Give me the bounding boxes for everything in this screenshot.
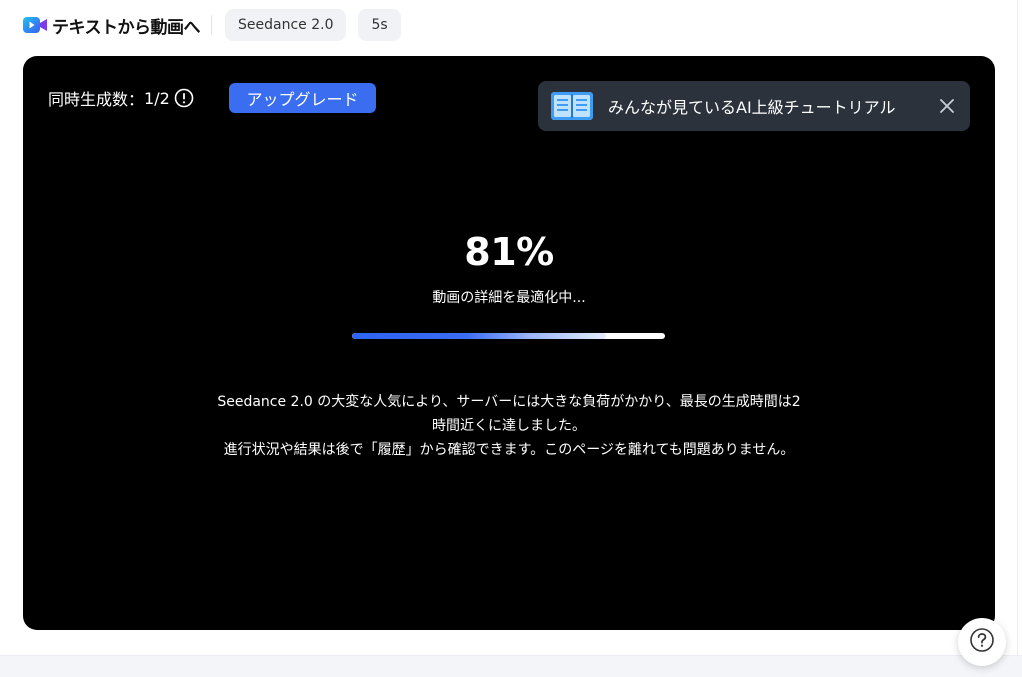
book-icon <box>550 90 594 122</box>
notice-line-2: 時間近くに達しました。 <box>432 418 586 434</box>
progress-status: 動画の詳細を最適化中... <box>432 290 586 306</box>
progress-bar <box>352 333 665 339</box>
duration-chip[interactable]: 5s <box>358 9 401 41</box>
concurrency-value: 1/2 <box>144 88 170 108</box>
scroll-divider <box>1017 0 1018 655</box>
header-divider <box>211 15 212 35</box>
notice-line-1: Seedance 2.0 の大変な人気により、サーバーには大きな負荷がかかり、最… <box>217 394 801 410</box>
close-icon[interactable] <box>938 97 956 115</box>
load-notice: Seedance 2.0 の大変な人気により、サーバーには大きな負荷がかかり、最… <box>173 390 845 462</box>
notice-line-3: 進行状況や結果は後で「履歴」から確認できます。このページを離れても問題ありません… <box>223 442 795 458</box>
info-icon[interactable] <box>174 88 194 108</box>
concurrency-status: 同時生成数： 1/2 <box>48 86 194 110</box>
video-camera-icon <box>22 15 48 35</box>
generation-panel: 同時生成数： 1/2 アップグレード みんなが見ているAI上級チュートリアル 8… <box>23 56 995 630</box>
concurrency-label: 同時生成数： <box>48 90 145 109</box>
help-button[interactable] <box>958 618 1006 666</box>
mode-title: テキストから動画へ <box>52 17 201 38</box>
question-icon <box>969 627 995 657</box>
tutorial-banner[interactable]: みんなが見ているAI上級チュートリアル <box>538 81 970 131</box>
banner-text: みんなが見ているAI上級チュートリアル <box>608 98 896 117</box>
footer-strip <box>0 655 1022 677</box>
progress-bar-fill <box>352 333 606 339</box>
upgrade-button[interactable]: アップグレード <box>229 83 376 113</box>
page-header: テキストから動画へ Seedance 2.0 5s <box>22 8 413 42</box>
model-chip[interactable]: Seedance 2.0 <box>225 9 347 41</box>
progress-percent: 81% <box>464 230 554 274</box>
